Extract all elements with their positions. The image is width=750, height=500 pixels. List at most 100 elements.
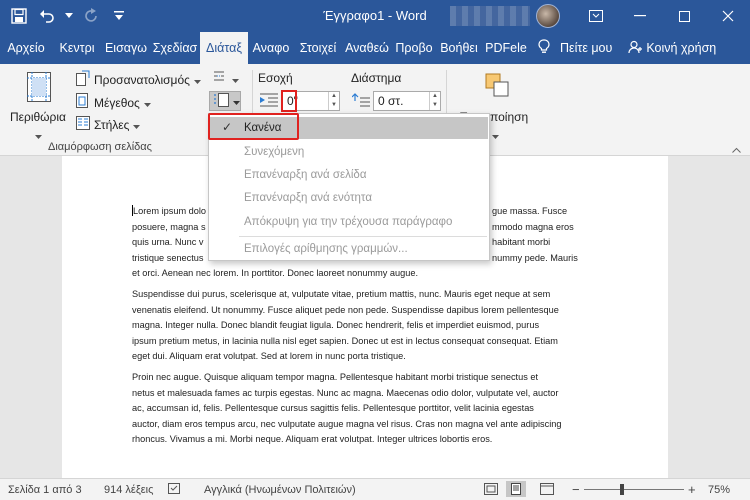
columns-label: Στήλες — [94, 117, 130, 132]
text-line-content: Lorem ipsum dolo — [133, 206, 207, 216]
text-line: eget dui. Aliquam erat volutpat. Sed at … — [132, 351, 406, 362]
breaks-icon — [212, 70, 228, 87]
tab-home[interactable]: Κεντρι — [52, 32, 102, 64]
indent-label: Εσοχή — [258, 71, 293, 85]
tab-view[interactable]: Προβο — [392, 32, 436, 64]
proofing-icon[interactable] — [168, 483, 182, 498]
language-indicator[interactable]: Αγγλικά (Ηνωμένων Πολιτειών) — [204, 484, 356, 496]
menu-item-suppress-current-paragraph[interactable]: Απόκρυψη για την τρέχουσα παράγραφο — [210, 211, 488, 233]
indent-left-icon — [260, 93, 278, 110]
menu-item-restart-each-page[interactable]: Επανέναρξη ανά σελίδα — [210, 164, 488, 186]
paragraph-1-right: gue massa. Fusce mmodo magna eros habita… — [492, 204, 578, 266]
zoom-out-button[interactable]: − — [572, 482, 580, 497]
text-line: auctor, diam eros tempus arcu, nec vulpu… — [132, 418, 562, 429]
indent-value-highlight — [281, 90, 297, 112]
paragraph-2: Suspendisse dui purus, scelerisque at, v… — [132, 287, 604, 365]
tab-design[interactable]: Σχεδίασ — [150, 32, 200, 64]
text-line: mmodo magna eros — [492, 221, 574, 232]
margins-icon — [27, 72, 51, 105]
page-setup-group-label: Διαμόρφωση σελίδας — [48, 141, 152, 153]
menu-item-label: Επιλογές αρίθμησης γραμμών... — [244, 243, 408, 255]
window-controls — [450, 0, 750, 32]
tab-help[interactable]: Βοήθει — [436, 32, 482, 64]
page-count[interactable]: Σελίδα 1 από 3 — [8, 484, 82, 496]
print-layout-icon[interactable] — [506, 481, 526, 497]
orientation-button[interactable]: Προσανατολισμός — [76, 70, 201, 89]
tab-insert[interactable]: Εισαγω — [102, 32, 150, 64]
web-layout-icon[interactable] — [540, 483, 554, 498]
chevron-down-icon — [133, 118, 141, 132]
tell-me-box[interactable]: Πείτε μου — [530, 32, 620, 64]
text-line: magna. Integer nulla. Donec blandit feug… — [132, 320, 540, 331]
menu-item-continuous[interactable]: Συνεχόμενη — [210, 141, 488, 163]
highlight-box — [208, 113, 299, 140]
share-label: Κοινή χρήση — [646, 41, 717, 55]
text-line: Proin nec augue. Quisque aliquam tempor … — [132, 371, 539, 382]
ribbon-tabs: Αρχείο Κεντρι Εισαγω Σχεδίασ Διάταξ Αναφ… — [0, 32, 750, 64]
person-icon — [628, 40, 643, 57]
text-line: venenatis eleifend. Ut nonummy. Fusce al… — [132, 304, 559, 315]
text-line: posuere, magna s — [132, 221, 206, 232]
close-icon[interactable] — [706, 0, 750, 32]
line-numbers-button[interactable] — [209, 91, 241, 111]
menu-item-line-numbering-options[interactable]: Επιλογές αρίθμησης γραμμών... — [210, 238, 488, 260]
collapse-ribbon-icon[interactable] — [732, 142, 741, 156]
text-line: netus et malesuada fames ac turpis egest… — [132, 387, 559, 398]
menu-item-label: Συνεχόμενη — [244, 146, 305, 158]
text-line: ac, accumsan id, felis. Pellentesque cur… — [132, 403, 534, 414]
menu-item-label: Επανέναρξη ανά ενότητα — [244, 192, 372, 204]
status-bar: Σελίδα 1 από 3 914 λέξεις Αγγλικά (Ηνωμέ… — [0, 478, 750, 500]
focus-mode-icon[interactable] — [484, 483, 498, 498]
chevron-down-icon — [232, 72, 239, 86]
text-line: nummy pede. Mauris — [492, 252, 578, 263]
line-numbers-icon — [213, 92, 229, 110]
minimize-icon[interactable] — [618, 0, 662, 32]
zoom-slider[interactable] — [584, 489, 684, 490]
orientation-icon — [76, 70, 90, 89]
ribbon-display-options-icon[interactable] — [574, 0, 618, 32]
zoom-level[interactable]: 75% — [708, 484, 730, 496]
size-button[interactable]: Μέγεθος — [76, 93, 151, 112]
maximize-icon[interactable] — [662, 0, 706, 32]
tab-layout[interactable]: Διάταξ — [200, 32, 248, 64]
share-button[interactable]: Κοινή χρήση — [620, 32, 724, 64]
tell-me-label: Πείτε μου — [560, 41, 613, 55]
spacing-label: Διάστημα — [351, 71, 402, 85]
arrange-icon — [484, 72, 510, 101]
word-count[interactable]: 914 λέξεις — [104, 484, 153, 496]
margins-label: Περιθώρια — [10, 110, 66, 124]
text-line: rhoncus. Vivamus a mi. Morbi neque. Aliq… — [132, 434, 493, 445]
text-line: et orci. Aenean nec lorem. In porttitor.… — [132, 268, 418, 278]
menu-divider — [239, 236, 487, 237]
spacing-before-icon — [351, 93, 370, 110]
spacing-before-input[interactable]: 0 στ. ▲ ▼ — [373, 91, 441, 111]
orientation-label: Προσανατολισμός — [94, 72, 190, 87]
user-name-blurred[interactable] — [450, 6, 530, 26]
zoom-in-button[interactable]: + — [688, 482, 696, 497]
avatar[interactable] — [536, 4, 560, 28]
tab-mailings[interactable]: Στοιχεί — [294, 32, 342, 64]
spin-arrows-icon[interactable]: ▲ ▼ — [429, 92, 440, 110]
text-line: Lorem ipsum dolo — [132, 204, 206, 220]
chevron-down-icon — [233, 94, 240, 108]
zoom-slider-thumb[interactable] — [620, 484, 624, 495]
text-line: tristique senectus — [132, 252, 204, 263]
tab-pdfelement[interactable]: PDFele — [482, 32, 530, 64]
tab-file[interactable]: Αρχείο — [0, 32, 52, 64]
paragraph-3: Proin nec augue. Quisque aliquam tempor … — [132, 370, 604, 448]
menu-item-restart-each-section[interactable]: Επανέναρξη ανά ενότητα — [210, 187, 488, 209]
tab-references[interactable]: Αναφο — [248, 32, 294, 64]
columns-button[interactable]: Στήλες — [76, 116, 141, 133]
margins-button[interactable]: Περιθώρια — [8, 70, 66, 139]
columns-icon — [76, 116, 90, 133]
spacing-before-value: 0 στ. — [378, 94, 404, 108]
text-line: gue massa. Fusce — [492, 206, 568, 216]
chevron-down-icon — [35, 128, 42, 142]
chevron-down-icon — [193, 73, 201, 87]
lightbulb-icon — [538, 39, 550, 57]
tab-review[interactable]: Αναθεώ — [342, 32, 392, 64]
page-size-icon — [76, 93, 90, 112]
text-line: Suspendisse dui purus, scelerisque at, v… — [132, 289, 551, 299]
spin-arrows-icon[interactable]: ▲ ▼ — [328, 92, 339, 110]
breaks-button[interactable] — [212, 70, 239, 87]
